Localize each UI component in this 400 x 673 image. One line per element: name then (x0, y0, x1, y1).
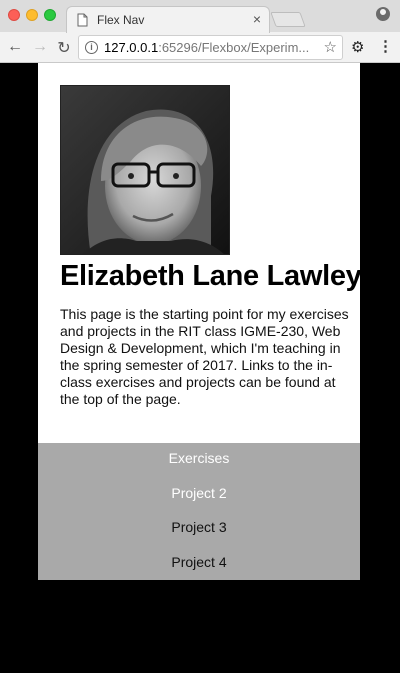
nav-item-project-4[interactable]: Project 4 (38, 554, 360, 570)
close-window-button[interactable] (8, 9, 20, 21)
nav-item-project-2[interactable]: Project 2 (38, 485, 360, 501)
reload-icon[interactable]: ↻ (55, 38, 73, 58)
bio-paragraph: This page is the starting point for my e… (60, 306, 349, 407)
person-name: Elizabeth Lane Lawley (60, 260, 362, 292)
url-host: 127.0.0.1 (104, 40, 159, 55)
profile-card: Elizabeth Lane Lawley This page is the s… (38, 63, 362, 580)
tab-bar: Flex Nav × (0, 0, 400, 33)
minimize-window-button[interactable] (26, 9, 38, 21)
browser-chrome: Flex Nav × ← → ↻ i 127.0.0.1:65296/Flexb… (0, 0, 400, 63)
info-icon[interactable]: i (85, 41, 98, 54)
back-arrow-icon[interactable]: ← (6, 38, 24, 56)
tab-title: Flex Nav (97, 13, 145, 27)
address-bar[interactable]: i 127.0.0.1:65296/Flexbox/Experim... ☆ (78, 35, 343, 60)
url-path: :65296/Flexbox/Experim... (158, 40, 310, 55)
new-tab-button[interactable] (270, 12, 306, 27)
document-icon (77, 13, 88, 27)
zoom-window-button[interactable] (44, 9, 56, 21)
profile-icon[interactable] (376, 7, 390, 21)
menu-kebab-icon[interactable]: ⋮ (378, 37, 393, 55)
portrait-image (61, 86, 229, 254)
nav-item-project-3[interactable]: Project 3 (38, 519, 360, 535)
bookmark-star-icon[interactable]: ☆ (324, 38, 337, 56)
browser-tab[interactable]: Flex Nav × (66, 6, 270, 33)
url-text[interactable]: 127.0.0.1:65296/Flexbox/Experim... (104, 40, 314, 55)
profile-photo (60, 85, 230, 255)
tab-close-icon[interactable]: × (253, 11, 261, 27)
extension-gear-icon[interactable]: ⚙ (351, 38, 364, 56)
nav-menu: Exercises Project 2 Project 3 Project 4 (38, 443, 360, 580)
nav-item-exercises[interactable]: Exercises (38, 450, 360, 466)
toolbar: ← → ↻ i 127.0.0.1:65296/Flexbox/Experim.… (0, 32, 400, 63)
forward-arrow-icon[interactable]: → (31, 38, 49, 56)
